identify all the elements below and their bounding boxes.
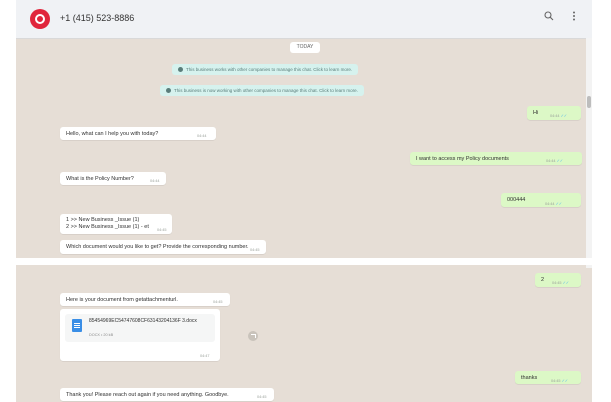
double-check-icon: ✓✓ bbox=[556, 159, 563, 163]
contact-phone-number[interactable]: +1 (415) 523-8886 bbox=[60, 13, 134, 23]
message-outgoing[interactable]: 000444 04:44 ✓✓ bbox=[501, 193, 581, 207]
message-time: 04:45 bbox=[257, 395, 267, 399]
message-outgoing[interactable]: I want to access my Policy documents 04:… bbox=[410, 152, 582, 165]
message-time: 04:44 bbox=[197, 134, 207, 138]
document-name: 85454969EC54747608CF63143204136F 3.docx bbox=[89, 318, 197, 324]
info-icon bbox=[166, 88, 171, 94]
message-outgoing[interactable]: 2 04:45 ✓✓ bbox=[535, 273, 581, 287]
screenshot-seam bbox=[16, 258, 592, 265]
message-time: 04:45 bbox=[157, 228, 167, 232]
info-icon bbox=[178, 67, 183, 73]
message-text: Which document would you like to get? Pr… bbox=[66, 244, 249, 250]
search-icon[interactable] bbox=[544, 10, 554, 24]
document-icon bbox=[72, 319, 82, 332]
message-line: 2 >> New Business _Issue (1) - et bbox=[66, 224, 149, 230]
message-incoming[interactable]: Here is your document from getattachment… bbox=[60, 293, 230, 306]
date-divider: TODAY bbox=[290, 42, 320, 53]
forward-icon[interactable] bbox=[248, 331, 258, 341]
double-check-icon: ✓✓ bbox=[562, 281, 569, 285]
message-incoming-document[interactable]: 85454969EC54747608CF63143204136F 3.docx … bbox=[60, 309, 220, 361]
message-incoming[interactable]: 1 >> New Business _Issue (1) 2 >> New Bu… bbox=[60, 214, 172, 234]
message-text: Here is your document from getattachment… bbox=[66, 297, 178, 303]
double-check-icon: ✓✓ bbox=[555, 202, 562, 206]
message-time: 04:45 bbox=[551, 379, 561, 383]
notice-text: This business is now working with other … bbox=[174, 88, 358, 93]
message-text: What is the Policy Number? bbox=[66, 176, 134, 182]
chat-window: +1 (415) 523-8886 TODAY This business wo… bbox=[16, 0, 592, 402]
scrollbar-thumb[interactable] bbox=[587, 96, 591, 108]
business-notice[interactable]: This business works with other companies… bbox=[172, 64, 359, 75]
message-outgoing[interactable]: Hi 04:44 ✓✓ bbox=[527, 106, 581, 120]
message-incoming[interactable]: Hello, what can I help you with today? 0… bbox=[60, 127, 216, 140]
message-outgoing[interactable]: thanks 04:45 ✓✓ bbox=[515, 371, 581, 384]
message-text: 2 bbox=[541, 277, 545, 283]
message-time: 04:44 bbox=[546, 159, 556, 163]
message-time: 04:44 bbox=[150, 179, 160, 183]
double-check-icon: ✓✓ bbox=[560, 114, 567, 118]
kebab-menu-icon[interactable] bbox=[572, 10, 576, 24]
chat-header: +1 (415) 523-8886 bbox=[16, 0, 592, 39]
document-size: DOCX • 20 kB bbox=[89, 333, 114, 337]
notice-text: This business works with other companies… bbox=[186, 67, 353, 72]
message-text: Hello, what can I help you with today? bbox=[66, 131, 159, 137]
message-time: 04:45 bbox=[552, 281, 562, 285]
message-incoming[interactable]: Thank you! Please reach out again if you… bbox=[60, 388, 274, 401]
message-incoming[interactable]: What is the Policy Number? 04:44 bbox=[60, 172, 166, 185]
twilio-logo-icon[interactable] bbox=[30, 9, 50, 29]
message-line: 1 >> New Business _Issue (1) bbox=[66, 217, 140, 223]
message-text: Hi bbox=[533, 110, 539, 116]
scrollbar[interactable] bbox=[586, 38, 592, 268]
message-incoming[interactable]: Which document would you like to get? Pr… bbox=[60, 240, 266, 254]
message-text: thanks bbox=[521, 375, 538, 381]
message-time: 04:44 bbox=[545, 202, 555, 206]
document-attachment[interactable]: 85454969EC54747608CF63143204136F 3.docx … bbox=[65, 314, 215, 342]
message-time: 04:45 bbox=[250, 248, 260, 252]
message-time: 04:45 bbox=[213, 300, 223, 304]
business-notice[interactable]: This business is now working with other … bbox=[160, 85, 364, 96]
message-text: I want to access my Policy documents bbox=[416, 156, 509, 162]
message-text: 000444 bbox=[507, 197, 526, 203]
message-time: 04:47 bbox=[200, 354, 210, 358]
message-text: Thank you! Please reach out again if you… bbox=[66, 392, 229, 398]
double-check-icon: ✓✓ bbox=[561, 379, 568, 383]
message-time: 04:44 bbox=[550, 114, 560, 118]
